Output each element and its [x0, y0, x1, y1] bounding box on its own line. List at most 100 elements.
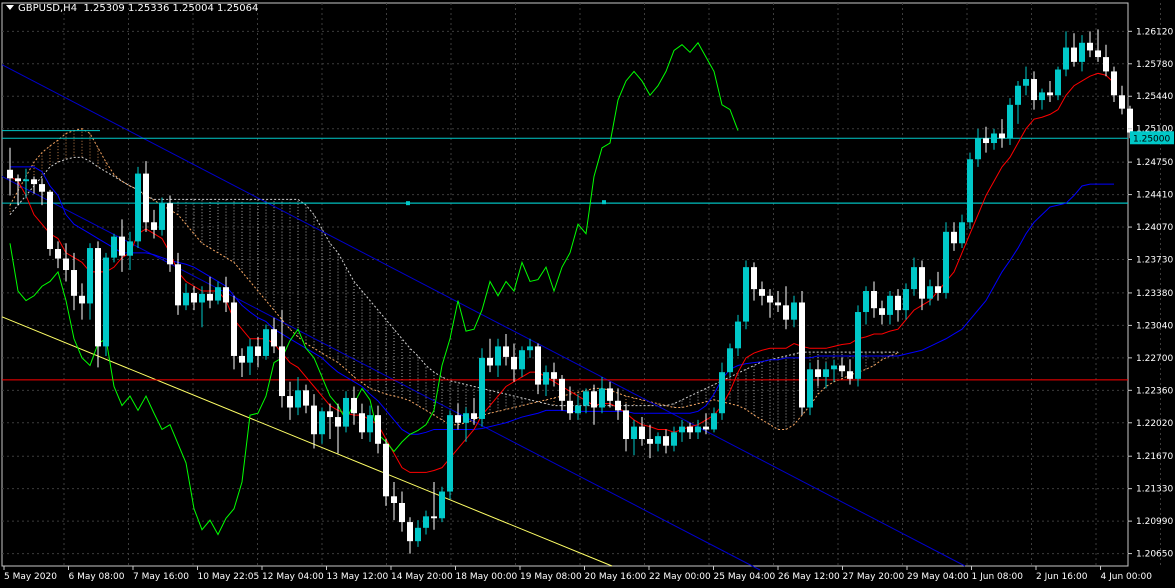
- candle: [1119, 85, 1125, 115]
- candle-body: [423, 516, 429, 528]
- candle: [919, 260, 925, 311]
- candle-body: [335, 417, 341, 427]
- price-tick-label: 1.21670: [1136, 452, 1173, 462]
- candle: [895, 289, 901, 322]
- candle-body: [1023, 79, 1029, 86]
- candle: [47, 189, 53, 256]
- candle-body: [623, 410, 629, 440]
- price-tick-label: 1.22020: [1136, 419, 1173, 429]
- candle-body: [431, 516, 437, 519]
- time-tick-label: 14 May 20:00: [391, 572, 453, 582]
- time-tick-label: 22 May 00:00: [649, 572, 711, 582]
- candle: [823, 362, 829, 389]
- candle: [815, 359, 821, 387]
- candle: [1007, 98, 1013, 145]
- candle: [119, 219, 125, 272]
- candle-body: [223, 287, 229, 303]
- candle: [631, 419, 637, 456]
- level-anchor-point: [602, 200, 606, 205]
- candle: [503, 333, 509, 366]
- candle-body: [679, 426, 685, 433]
- candle-body: [111, 236, 117, 258]
- candle: [399, 491, 405, 532]
- candle-body: [279, 346, 285, 397]
- candle-body: [359, 413, 365, 433]
- candle: [1079, 35, 1085, 72]
- candle-body: [783, 305, 789, 320]
- candle-body: [1047, 92, 1053, 96]
- candle: [135, 166, 141, 249]
- candle-body: [911, 267, 917, 290]
- candle-body: [607, 388, 613, 401]
- candle: [311, 394, 317, 449]
- candle-body: [471, 413, 477, 419]
- candle-body: [1007, 104, 1013, 139]
- candle: [759, 281, 765, 306]
- candle-body: [191, 292, 197, 303]
- candle: [423, 510, 429, 535]
- candle-body: [447, 415, 453, 492]
- candle: [679, 419, 685, 442]
- candle: [303, 384, 309, 414]
- candle: [1063, 31, 1069, 77]
- trend-lines[interactable]: [1, 64, 1128, 571]
- candle-body: [927, 286, 933, 299]
- candle-body: [847, 371, 853, 379]
- time-tick-label: 29 May 04:00: [907, 572, 969, 582]
- collapse-triangle-icon[interactable]: [6, 5, 14, 10]
- chart-window[interactable]: 1.26120 1.25780 1.25440 1.25100 1.24750 1.244…: [0, 0, 1175, 584]
- candle-body: [823, 369, 829, 377]
- candle: [407, 517, 413, 554]
- candle: [143, 161, 149, 232]
- candle: [55, 241, 61, 269]
- candle-body: [311, 405, 317, 435]
- candle: [111, 233, 117, 263]
- candle-body: [439, 491, 445, 519]
- candle-body: [271, 329, 277, 347]
- candle-body: [535, 346, 541, 385]
- candle-body: [199, 293, 205, 303]
- candle-body: [839, 365, 845, 372]
- candle-body: [63, 258, 69, 271]
- candle-body: [175, 264, 181, 306]
- price-chart[interactable]: 1.261201.257801.254401.251001.247501.244…: [0, 0, 1175, 584]
- candle: [943, 222, 949, 299]
- candle-body: [991, 133, 997, 144]
- candle: [527, 338, 533, 358]
- candle: [383, 439, 389, 506]
- candle-body: [119, 236, 125, 256]
- candle-body: [343, 397, 349, 427]
- time-tick-label: 12 May 04:00: [262, 572, 324, 582]
- candle-body: [711, 413, 717, 430]
- candle: [351, 386, 357, 425]
- candle-body: [95, 248, 101, 347]
- candle: [7, 147, 13, 196]
- candle-body: [351, 397, 357, 414]
- candle-body: [143, 173, 149, 223]
- time-tick-label: 1 Jun 08:00: [972, 572, 1024, 582]
- candle: [663, 429, 669, 454]
- candle: [359, 403, 365, 440]
- candle-body: [295, 390, 301, 408]
- candle-body: [399, 502, 405, 523]
- candle-body: [1111, 71, 1117, 96]
- candle: [247, 338, 253, 376]
- candle-body: [831, 365, 837, 370]
- candle: [655, 432, 661, 452]
- candle-body: [671, 432, 677, 446]
- candle-body: [759, 289, 765, 296]
- candle: [127, 231, 133, 271]
- candle-body: [23, 179, 29, 182]
- candle: [279, 310, 285, 408]
- candle-body: [983, 138, 989, 144]
- candle: [887, 291, 893, 325]
- time-tick-label: 6 May 08:00: [69, 572, 125, 582]
- candle-body: [415, 527, 421, 542]
- candle-body: [567, 400, 573, 414]
- candle: [15, 174, 21, 206]
- candle: [79, 283, 85, 320]
- time-tick-label: 18 May 00:00: [456, 572, 518, 582]
- candle-body: [375, 415, 381, 444]
- candle: [1055, 66, 1061, 101]
- candle-body: [687, 426, 693, 433]
